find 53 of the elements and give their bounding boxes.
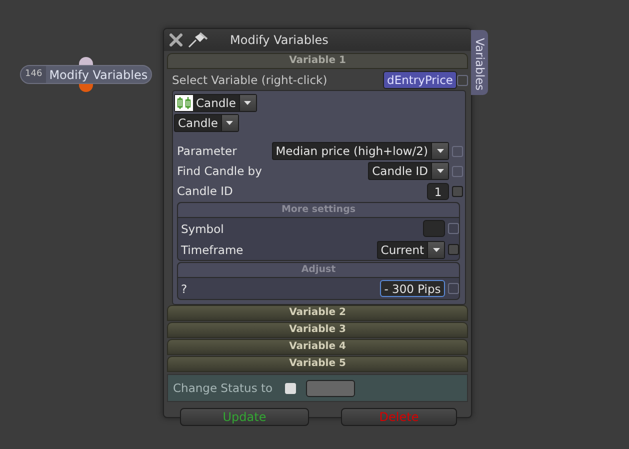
- caret-icon: [226, 121, 234, 125]
- field-label: Select Variable (right-click): [172, 73, 328, 87]
- caret-icon: [244, 101, 252, 105]
- checkbox[interactable]: [452, 146, 463, 156]
- section-header[interactable]: Variable 3: [167, 322, 468, 338]
- dropdown-arrow-button[interactable]: [431, 163, 448, 179]
- field-label: Change Status to: [173, 381, 274, 395]
- checkbox[interactable]: [285, 382, 296, 394]
- checkbox[interactable]: [452, 186, 463, 196]
- input-field[interactable]: - 300 Pips: [380, 280, 445, 297]
- field-label: Timeframe: [181, 242, 244, 256]
- dropdown[interactable]: Candle: [174, 94, 257, 112]
- checkbox[interactable]: [448, 223, 459, 234]
- dropdown-arrow-button[interactable]: [238, 95, 256, 111]
- window-title: Modify Variables: [230, 33, 328, 47]
- output-port[interactable]: [79, 84, 93, 92]
- field-label: Candle ID: [177, 184, 234, 198]
- input-port[interactable]: [79, 57, 93, 65]
- subsection-header: More settings: [178, 203, 459, 218]
- caret-icon: [432, 248, 440, 252]
- dropdown[interactable]: Current: [376, 240, 445, 258]
- candlestick-icon: [175, 95, 193, 111]
- action-button[interactable]: Update: [180, 408, 309, 426]
- section-header[interactable]: Variable 4: [167, 339, 468, 355]
- node-card[interactable]: 146 Modify Variables: [20, 65, 152, 84]
- caret-icon: [436, 169, 444, 173]
- dropdown[interactable]: Candle ID: [368, 162, 449, 180]
- caret-icon: [436, 149, 444, 153]
- status-field[interactable]: [306, 380, 355, 396]
- section-header[interactable]: Variable 1: [167, 53, 468, 69]
- input-field[interactable]: 1: [427, 182, 449, 200]
- field-label: ?: [181, 282, 188, 296]
- field-label: Parameter: [177, 144, 238, 158]
- dropdown[interactable]: Median price (high+low/2): [272, 142, 449, 160]
- subsection-header: Adjust: [178, 263, 459, 278]
- side-tab[interactable]: Variables: [471, 30, 488, 95]
- dropdown[interactable]: Candle: [174, 114, 239, 132]
- dropdown-arrow-button[interactable]: [427, 242, 444, 258]
- field-label: Find Candle by: [177, 164, 263, 178]
- node-id: 146: [21, 66, 46, 83]
- variable-button[interactable]: dEntryPrice: [383, 71, 457, 89]
- dropdown-arrow-button[interactable]: [431, 143, 448, 159]
- checkbox[interactable]: [448, 244, 459, 255]
- close-icon[interactable]: [169, 33, 183, 47]
- dropdown-arrow-button[interactable]: [220, 115, 238, 131]
- checkbox[interactable]: [448, 283, 459, 294]
- section-header[interactable]: Variable 5: [167, 356, 468, 372]
- input-field[interactable]: [423, 220, 445, 237]
- checkbox[interactable]: [457, 74, 468, 86]
- field-label: Symbol: [181, 222, 225, 236]
- checkbox[interactable]: [452, 166, 463, 176]
- section-header[interactable]: Variable 2: [167, 305, 468, 321]
- node-label: Modify Variables: [48, 68, 148, 82]
